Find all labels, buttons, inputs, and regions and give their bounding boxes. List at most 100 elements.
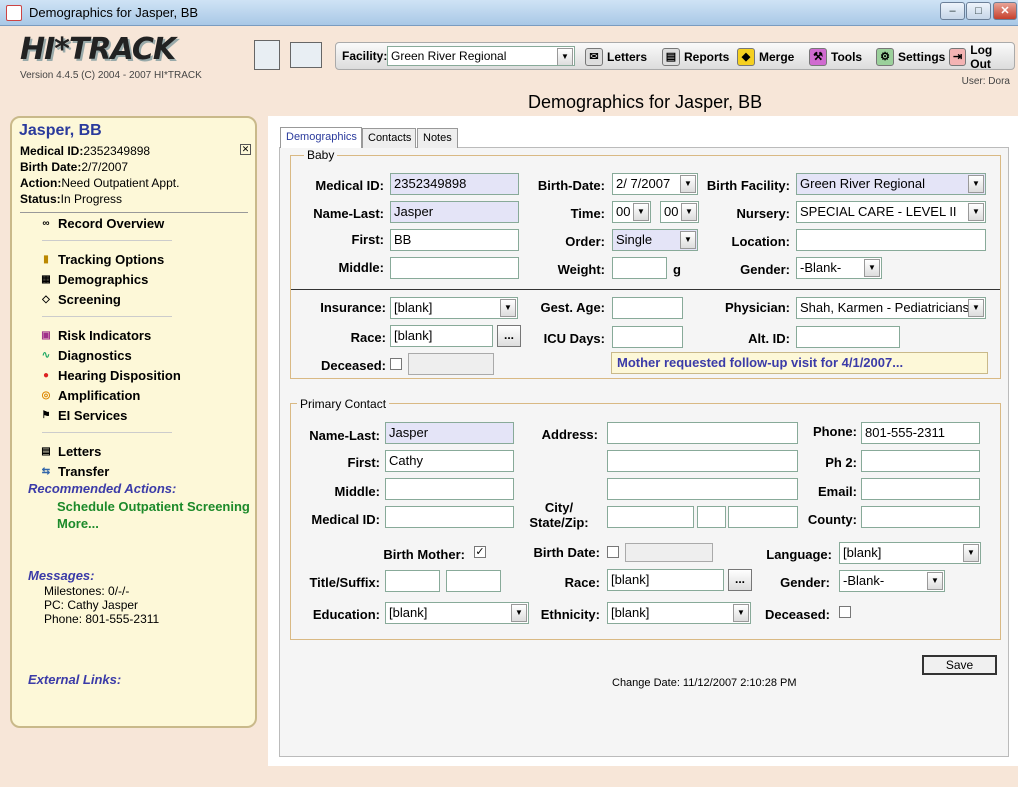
baby-note[interactable]: Mother requested follow-up visit for 4/1…: [611, 352, 988, 374]
sidebar-item-hearing-disposition[interactable]: ● Hearing Disposition: [40, 368, 181, 383]
app-icon: [6, 5, 22, 21]
patient-status: Status:In Progress: [20, 192, 123, 206]
contact-deceased-checkbox[interactable]: [839, 606, 851, 618]
baby-middle-input[interactable]: [390, 257, 519, 279]
tab-contacts[interactable]: Contacts: [362, 128, 416, 148]
reports-icon: ▤: [662, 48, 680, 66]
baby-race-input[interactable]: [blank]: [390, 325, 493, 347]
baby-weight-input[interactable]: [612, 257, 667, 279]
contact-ph2-input[interactable]: [861, 450, 980, 472]
contact-zip-input[interactable]: [728, 506, 798, 528]
contact-phone-input[interactable]: 801-555-2311: [861, 422, 980, 444]
baby-alt-id-input[interactable]: [796, 326, 900, 348]
toolbar: Facility: Green River Regional ▼ ✉ Letters…: [335, 42, 1015, 71]
more-link[interactable]: More...: [57, 516, 99, 531]
baby-physician-select[interactable]: Shah, Karmen - Pediatricians ▼: [796, 297, 986, 319]
contact-race-input[interactable]: [blank]: [607, 569, 724, 591]
contact-title-input[interactable]: [385, 570, 440, 592]
traffic-light-icon: ▮: [43, 253, 49, 265]
maximize-button[interactable]: □: [966, 2, 991, 20]
baby-birth-date-picker[interactable]: 2/ 7/2007 ▼: [612, 173, 698, 195]
contact-city-input[interactable]: [607, 506, 694, 528]
contact-first-input[interactable]: Cathy: [385, 450, 514, 472]
contact-address-label: Address:: [541, 427, 598, 442]
contact-email-input[interactable]: [861, 478, 980, 500]
baby-gender-select[interactable]: -Blank- ▼: [796, 257, 882, 279]
contact-address-3[interactable]: [607, 478, 798, 500]
birth-mother-checkbox[interactable]: ✓: [474, 546, 486, 558]
sidebar-item-amplification[interactable]: ◎ Amplification: [40, 388, 141, 403]
sidebar-item-letters[interactable]: ▤ Letters: [40, 444, 101, 459]
baby-name-last-label: Name-Last:: [313, 206, 384, 221]
baby-first-input[interactable]: BB: [390, 229, 519, 251]
contact-ethnicity-label: Ethnicity:: [540, 607, 600, 622]
sidebar-item-diagnostics[interactable]: ∿ Diagnostics: [40, 348, 132, 363]
minimize-button[interactable]: –: [940, 2, 965, 20]
sidebar-item-risk-indicators[interactable]: ▣ Risk Indicators: [40, 328, 151, 343]
logout-button[interactable]: ⇥ Log Out: [949, 43, 1014, 71]
baby-insurance-select[interactable]: [blank] ▼: [390, 297, 518, 319]
save-button[interactable]: Save: [922, 655, 997, 675]
letters-button[interactable]: ✉ Letters: [585, 47, 647, 67]
chevron-down-icon: ▼: [500, 299, 516, 317]
recommended-action-link[interactable]: Schedule Outpatient Screening: [57, 499, 250, 514]
baby-nursery-label: Nursery:: [736, 206, 790, 221]
tools-button[interactable]: ⚒ Tools: [809, 47, 862, 67]
contact-education-select[interactable]: [blank] ▼: [385, 602, 529, 624]
contact-language-select[interactable]: [blank] ▼: [839, 542, 981, 564]
baby-race-lookup-button[interactable]: ...: [497, 325, 521, 347]
baby-insurance-label: Insurance:: [320, 300, 386, 315]
chevron-down-icon: ▼: [968, 299, 984, 317]
transfer-icon: ⇆: [41, 465, 51, 477]
letters-icon: ✉: [585, 48, 603, 66]
contact-name-last-input[interactable]: Jasper: [385, 422, 514, 444]
close-icon[interactable]: ✕: [240, 144, 251, 155]
contact-state-input[interactable]: [697, 506, 726, 528]
contact-county-input[interactable]: [861, 506, 980, 528]
close-button[interactable]: ✕: [993, 2, 1017, 20]
baby-birth-facility-select[interactable]: Green River Regional ▼: [796, 173, 986, 195]
baby-location-label: Location:: [731, 234, 791, 249]
merge-button[interactable]: ◆ Merge: [737, 47, 794, 67]
sidebar-item-record-overview[interactable]: ∞ Record Overview: [40, 216, 164, 231]
facility-select[interactable]: Green River Regional ▼: [387, 46, 575, 66]
primary-contact-legend: Primary Contact: [297, 397, 390, 411]
chevron-down-icon: ▼: [968, 175, 984, 193]
tab-demographics[interactable]: Demographics: [280, 127, 362, 148]
divider: [42, 240, 172, 241]
contact-birth-date-label: Birth Date:: [533, 545, 600, 560]
back-arrow-icon[interactable]: [290, 42, 322, 68]
contact-gender-select[interactable]: -Blank- ▼: [839, 570, 945, 592]
contact-suffix-input[interactable]: [446, 570, 501, 592]
baby-time-hour-select[interactable]: 00 ▼: [612, 201, 651, 223]
contact-ethnicity-select[interactable]: [blank] ▼: [607, 602, 751, 624]
contact-address-2[interactable]: [607, 450, 798, 472]
baby-medical-id-input[interactable]: 2352349898: [390, 173, 519, 195]
message-phone: Phone: 801-555-2311: [44, 612, 160, 626]
baby-name-last-input[interactable]: Jasper: [390, 201, 519, 223]
contact-language-label: Language:: [766, 547, 832, 562]
baby-nursery-select[interactable]: SPECIAL CARE - LEVEL II ▼: [796, 201, 986, 223]
sidebar-item-transfer[interactable]: ⇆ Transfer: [40, 464, 110, 479]
contact-medical-id-input[interactable]: [385, 506, 514, 528]
settings-button[interactable]: ⚙ Settings: [876, 47, 945, 67]
contact-address-1[interactable]: [607, 422, 798, 444]
baby-time-minute-select[interactable]: 00 ▼: [660, 201, 699, 223]
baby-deceased-checkbox[interactable]: [390, 358, 402, 370]
baby-location-input[interactable]: [796, 229, 986, 251]
reports-button[interactable]: ▤ Reports: [662, 47, 729, 67]
contact-middle-input[interactable]: [385, 478, 514, 500]
baby-gest-age-input[interactable]: [612, 297, 683, 319]
baby-physician-label: Physician:: [724, 300, 790, 315]
sidebar-item-tracking-options[interactable]: ▮ Tracking Options: [40, 252, 164, 267]
sidebar-item-screening[interactable]: ◇ Screening: [40, 292, 121, 307]
sidebar-item-ei-services[interactable]: ⚑ EI Services: [40, 408, 128, 423]
baby-icu-days-input[interactable]: [612, 326, 683, 348]
baby-order-label: Order:: [565, 234, 605, 249]
tab-notes[interactable]: Notes: [417, 128, 458, 148]
baby-icu-days-label: ICU Days:: [543, 331, 605, 346]
contact-birth-date-checkbox[interactable]: [607, 546, 619, 558]
sync-icon[interactable]: [254, 40, 280, 70]
sidebar-item-demographics[interactable]: ▦ Demographics: [40, 272, 148, 287]
baby-order-select[interactable]: Single ▼: [612, 229, 698, 251]
